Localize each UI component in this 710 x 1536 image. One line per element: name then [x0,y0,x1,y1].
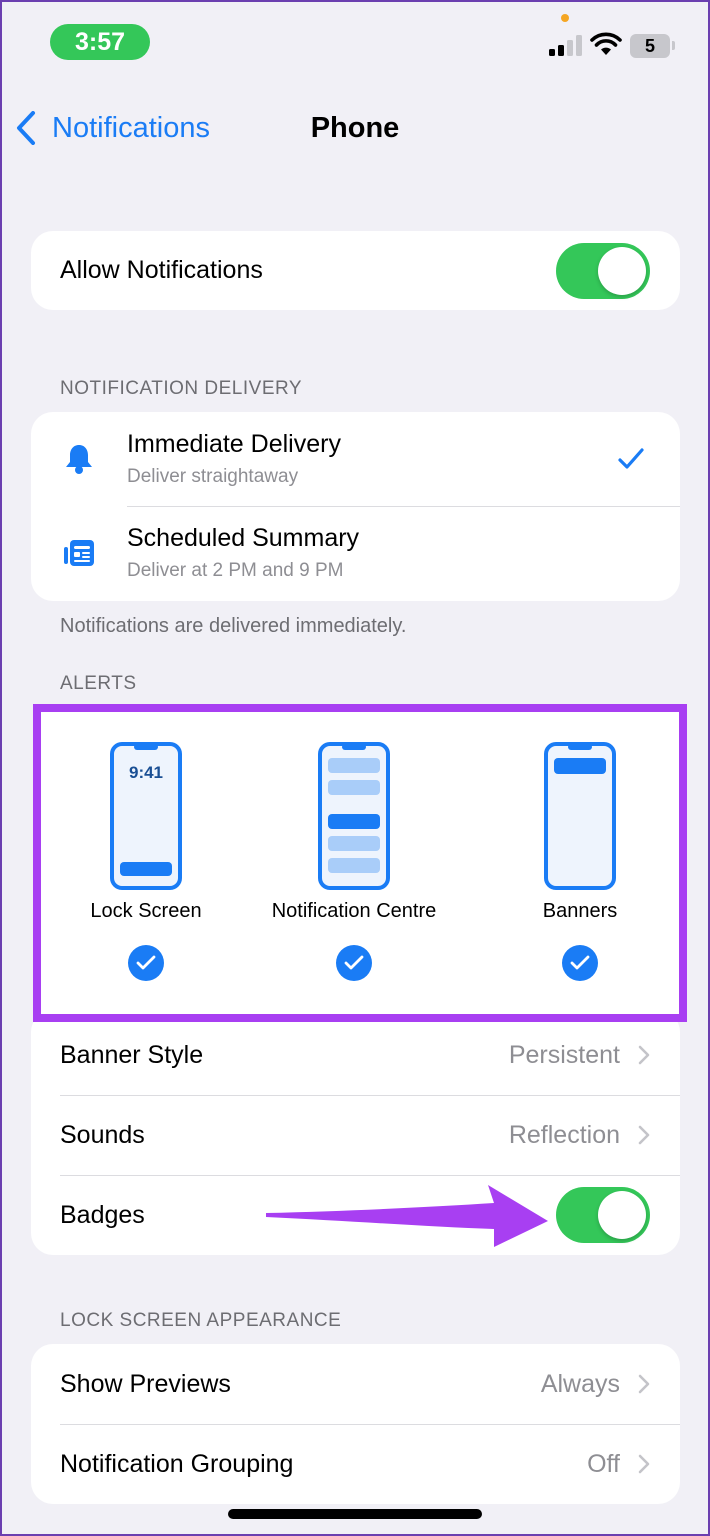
annotation-arrow-icon [266,1185,548,1247]
notification-grouping-row[interactable]: Notification Grouping Off [31,1424,680,1504]
banner-style-label: Banner Style [60,1040,204,1069]
sounds-label: Sounds [60,1120,145,1149]
toggle-knob [598,1191,646,1239]
alerts-header: ALERTS [60,673,137,694]
alerts-style-highlight: 9:41 Lock Screen Notification Centre Ban… [33,704,687,1022]
immediate-delivery-title: Immediate Delivery [127,430,341,458]
scheduled-summary-option[interactable]: Scheduled Summary Deliver at 2 PM and 9 … [31,506,680,600]
show-previews-row[interactable]: Show Previews Always [31,1344,680,1424]
chevron-left-icon [17,111,35,145]
notification-centre-preview-icon [318,742,390,890]
chevron-right-icon [638,1125,650,1145]
notification-delivery-header: NOTIFICATION DELIVERY [60,378,303,399]
delivery-footer-note: Notifications are delivered immediately. [60,615,407,637]
checkmark-icon [344,955,364,970]
back-button[interactable]: Notifications [16,108,210,148]
sounds-row[interactable]: Sounds Reflection [31,1095,680,1175]
privacy-indicator-dot [561,14,569,22]
lock-screen-checkbox[interactable] [128,945,164,981]
wifi-icon [590,32,622,55]
lock-screen-preview-time: 9:41 [129,763,163,782]
notification-centre-label: Notification Centre [271,900,437,922]
show-previews-value: Always [540,1369,620,1398]
lock-screen-appearance-card: Show Previews Always Notification Groupi… [31,1344,680,1504]
scheduled-summary-title: Scheduled Summary [127,524,360,552]
allow-notifications-card: Allow Notifications [31,231,680,310]
lock-screen-appearance-header: LOCK SCREEN APPEARANCE [60,1310,342,1331]
chevron-right-icon [638,1374,650,1394]
battery-icon: 5 [630,34,670,58]
status-time: 3:57 [50,24,150,60]
alert-option-notification-centre[interactable]: Notification Centre [250,742,458,981]
bell-icon [63,443,95,475]
lock-screen-label: Lock Screen [90,900,202,922]
immediate-delivery-option[interactable]: Immediate Delivery Deliver straightaway [31,412,680,506]
summary-icon [63,537,95,569]
notification-centre-checkbox[interactable] [336,945,372,981]
page-title-text: Phone [310,112,400,144]
scheduled-summary-subtitle: Deliver at 2 PM and 9 PM [127,560,344,581]
notification-grouping-value: Off [587,1449,620,1478]
banner-style-row[interactable]: Banner Style Persistent [31,1015,680,1095]
chevron-right-icon [638,1045,650,1065]
alert-option-banners[interactable]: Banners [496,742,664,981]
battery-nub [672,41,675,50]
allow-notifications-row: Allow Notifications [31,231,680,310]
checkmark-icon [570,955,590,970]
toggle-knob [598,246,646,295]
checkmark-icon [136,955,156,970]
notification-delivery-card: Immediate Delivery Deliver straightaway … [31,412,680,601]
back-button-label: Notifications [52,111,210,144]
immediate-delivery-subtitle: Deliver straightaway [127,466,299,487]
banners-checkbox[interactable] [562,945,598,981]
badges-toggle[interactable] [556,1187,650,1243]
alert-option-lock-screen[interactable]: 9:41 Lock Screen [62,742,230,981]
allow-notifications-label: Allow Notifications [60,256,263,284]
chevron-right-icon [638,1454,650,1474]
lock-screen-preview-icon: 9:41 [110,742,182,890]
banners-preview-icon [544,742,616,890]
banners-label: Banners [542,900,618,922]
cellular-signal-icon [549,35,582,56]
show-previews-label: Show Previews [60,1369,231,1398]
checkmark-icon [618,448,644,469]
notification-grouping-label: Notification Grouping [60,1449,294,1478]
banner-style-value: Persistent [508,1040,620,1069]
allow-notifications-toggle[interactable] [556,242,650,299]
home-indicator[interactable] [228,1509,482,1519]
sounds-value: Reflection [508,1120,620,1149]
